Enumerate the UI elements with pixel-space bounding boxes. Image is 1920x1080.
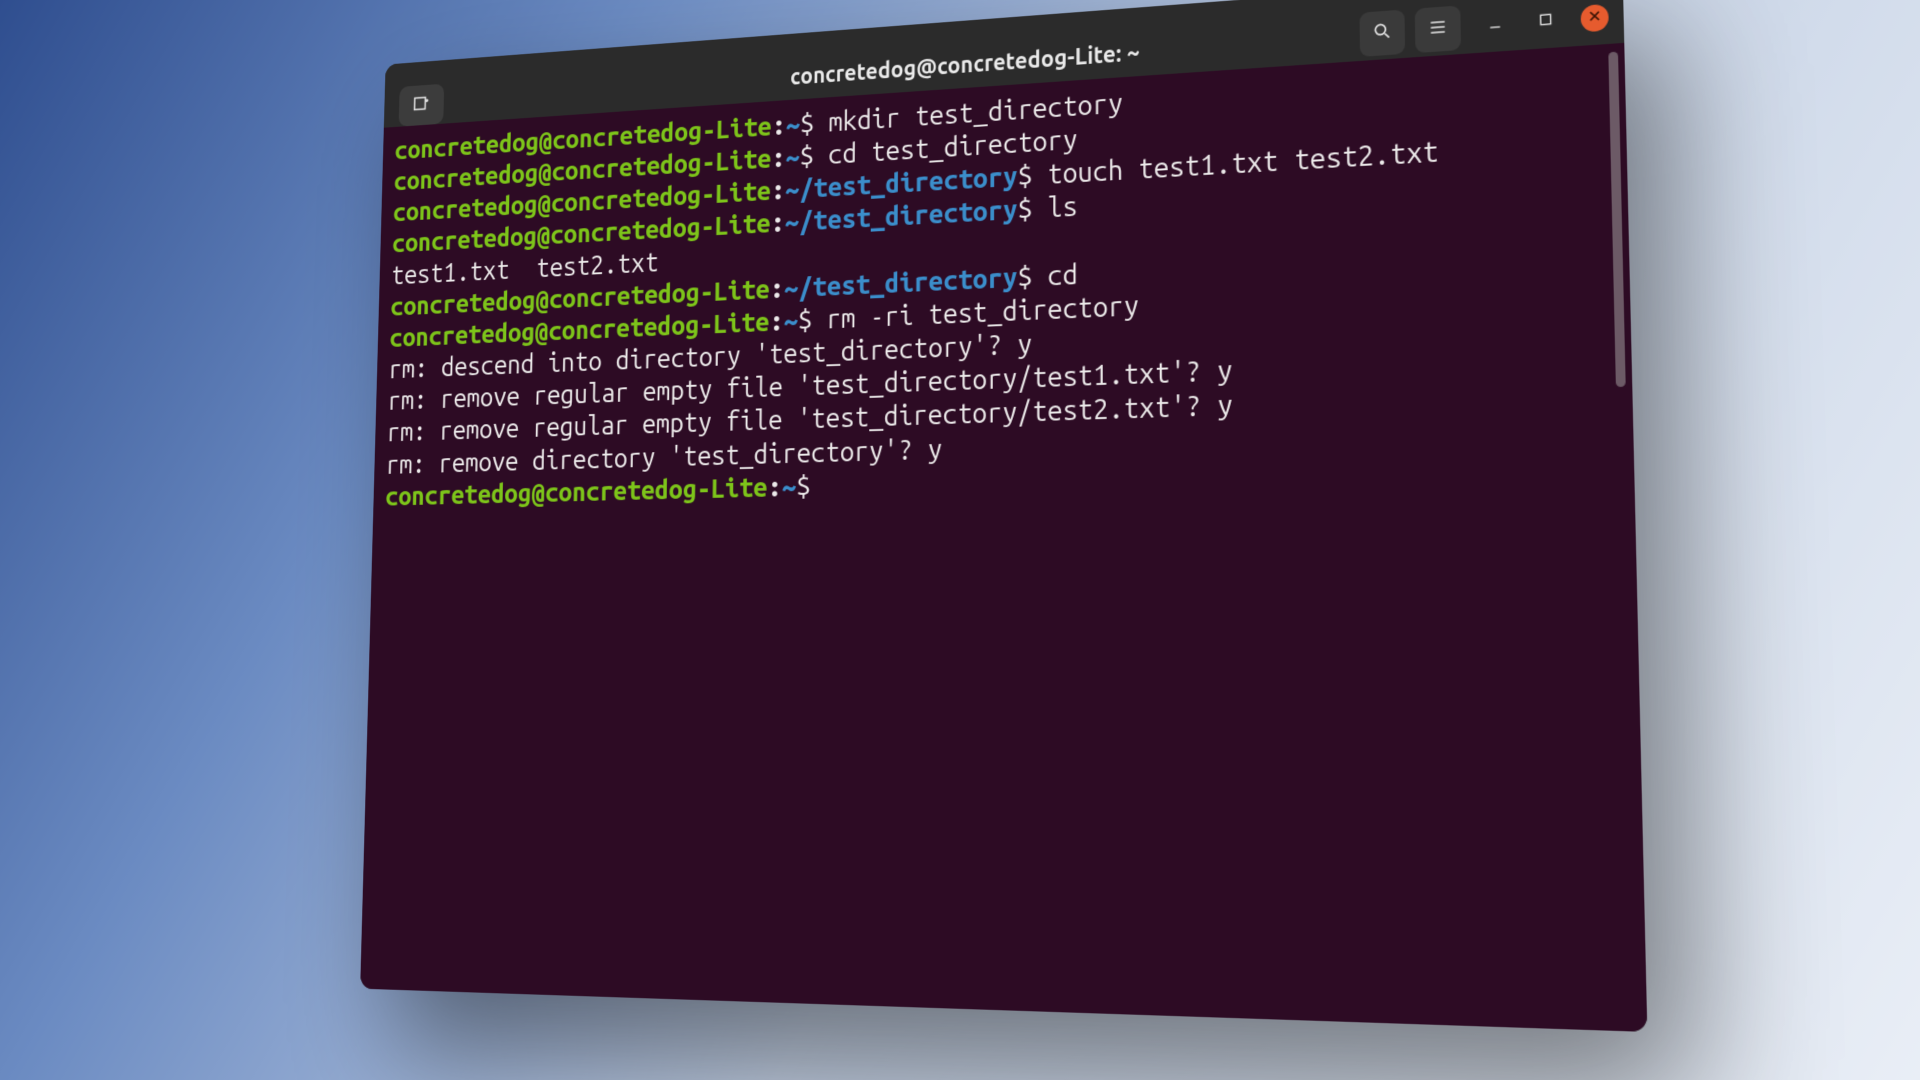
close-button[interactable]: [1580, 4, 1608, 33]
hamburger-menu-icon: [1427, 16, 1448, 42]
minimize-button[interactable]: [1479, 9, 1511, 42]
terminal-output: concretedog@concretedog-Lite:~$ mkdir te…: [385, 54, 1617, 513]
new-tab-icon: [412, 93, 431, 118]
search-icon: [1372, 20, 1393, 46]
search-button[interactable]: [1359, 9, 1405, 56]
menu-button[interactable]: [1415, 5, 1461, 53]
close-icon: [1586, 7, 1604, 29]
terminal-body[interactable]: concretedog@concretedog-Lite:~$ mkdir te…: [360, 43, 1647, 1032]
terminal-window: concretedog@concretedog-Lite: ~: [360, 0, 1647, 1032]
minimize-icon: [1487, 14, 1504, 36]
maximize-button[interactable]: [1530, 5, 1562, 38]
maximize-icon: [1537, 11, 1554, 33]
new-tab-button[interactable]: [399, 84, 445, 127]
